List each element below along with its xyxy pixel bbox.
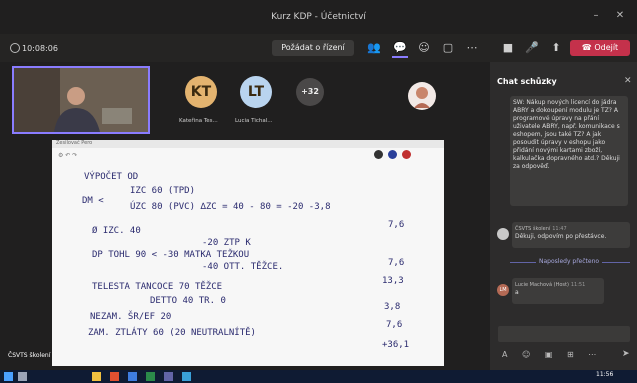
participant-name-kt: Kateřina Tes... xyxy=(179,118,218,124)
note-line: DM < xyxy=(82,196,104,206)
excel-icon[interactable] xyxy=(146,372,155,381)
leave-label: Odejít xyxy=(594,43,619,52)
chat-icon[interactable]: 💬 xyxy=(392,40,408,58)
share-icon[interactable]: ⬆ xyxy=(548,40,564,56)
participant-avatar-kt[interactable]: KT xyxy=(185,76,217,108)
presenter-video[interactable] xyxy=(12,66,150,134)
meeting-timer: 10:08:06 xyxy=(22,44,58,53)
sender-avatar xyxy=(497,228,509,240)
share-app-title: Zesilovač Pero xyxy=(52,140,444,148)
minimize-icon[interactable]: – xyxy=(588,10,604,22)
share-toolbar-icons: ⚙ ↶ ↷ xyxy=(58,152,78,159)
note-line: -20 ZTP K xyxy=(202,238,251,248)
rooms-icon[interactable]: ▢ xyxy=(440,40,456,56)
note-line: Ø IZC. 40 xyxy=(92,226,141,236)
presenter-label: ČSVTS školení xyxy=(8,352,51,359)
chat-title: Chat schůzky xyxy=(497,77,557,86)
shield-icon xyxy=(10,43,20,53)
chat-message-3: Lucie Machová (Host) 11:51 a xyxy=(512,278,604,304)
note-line: 7,6 xyxy=(388,258,405,268)
teams-icon[interactable] xyxy=(164,372,173,381)
pen-red-icon xyxy=(402,150,411,159)
msg2-time: 11:47 xyxy=(552,226,567,232)
search-icon[interactable] xyxy=(18,372,27,381)
taskbar-clock: 11:56 xyxy=(596,371,614,378)
outlook-icon[interactable] xyxy=(128,372,137,381)
sender-avatar-lm: LM xyxy=(497,284,509,296)
msg3-time: 11:51 xyxy=(570,282,586,288)
note-line: ÚZC 80 (PVC) ∆ZC = 40 - 80 = -20 -3,8 xyxy=(130,202,331,212)
pen-blue-icon xyxy=(388,150,397,159)
participants-icon[interactable]: 👥 xyxy=(366,40,382,56)
shared-screen: Zesilovač Pero ⚙ ↶ ↷ VÝPOČET OD IZC 60 (T… xyxy=(52,140,444,366)
more-icon[interactable]: ⋯ xyxy=(464,40,480,56)
msg3-text: a xyxy=(515,289,519,296)
note-line: 3,8 xyxy=(384,302,401,312)
leave-button[interactable]: ☎ Odejít xyxy=(570,40,630,56)
request-control-button[interactable]: Požádat o řízení xyxy=(272,40,354,56)
explorer-icon[interactable] xyxy=(92,372,101,381)
note-line: IZC 60 (TPD) xyxy=(130,186,196,196)
mic-icon[interactable]: 🎤 xyxy=(524,40,540,56)
participant-photo-avatar[interactable] xyxy=(408,82,436,110)
note-line: -40 OTT. TĚŽCE. xyxy=(202,262,284,272)
msg2-sender: ČSVTS školení xyxy=(515,226,551,232)
more-participants-badge[interactable]: +32 xyxy=(296,78,324,106)
window-title: Kurz KDP - Účetnictví xyxy=(271,12,366,22)
start-icon[interactable] xyxy=(4,372,13,381)
reactions-icon[interactable]: ☺ xyxy=(416,40,432,56)
note-line: DP TOHL 90 < -30 MATKA TEŽKOU xyxy=(92,250,250,260)
note-line: NEZAM. ŠR/EF 20 xyxy=(90,312,172,322)
chat-compose-input[interactable] xyxy=(498,326,630,342)
note-line: ZAM. ZTLÁTY 60 (20 NEUTRALNÍTĚ) xyxy=(88,328,256,338)
compose-actions-icons[interactable]: A ☺ ▣ ⊞ ⋯ xyxy=(502,350,602,359)
note-line: TELESTA TANCOCE 70 TĚŽCE xyxy=(92,282,223,292)
participant-avatar-lt[interactable]: LT xyxy=(240,76,272,108)
close-window-icon[interactable]: ✕ xyxy=(612,10,628,22)
chat-message-2: ČSVTS školení 11:47 Děkuji, odpovím po p… xyxy=(512,222,630,248)
send-icon[interactable]: ➤ xyxy=(622,349,630,359)
app-icon[interactable] xyxy=(182,372,191,381)
note-line: +36,1 xyxy=(382,340,410,350)
note-line: VÝPOČET OD xyxy=(84,172,139,182)
pen-black-icon xyxy=(374,150,383,159)
read-divider-label: Naposledy přečteno xyxy=(536,258,603,265)
chat-close-icon[interactable]: ✕ xyxy=(624,76,632,86)
participant-name-lt: Lucia Tichal... xyxy=(235,118,273,124)
note-line: DETTO 40 TR. 0 xyxy=(150,296,226,306)
note-line: 7,6 xyxy=(388,220,405,230)
browser-icon[interactable] xyxy=(110,372,119,381)
note-line: 7,6 xyxy=(386,320,403,330)
chat-message-1: SW: Nákup nových licencí do jádra ABRY a… xyxy=(510,96,628,206)
camera-icon[interactable]: ■ xyxy=(500,40,516,56)
msg3-sender: Lucie Machová (Host) xyxy=(515,282,569,288)
note-line: 13,3 xyxy=(382,276,404,286)
msg2-text: Děkuji, odpovím po přestávce. xyxy=(515,233,607,240)
